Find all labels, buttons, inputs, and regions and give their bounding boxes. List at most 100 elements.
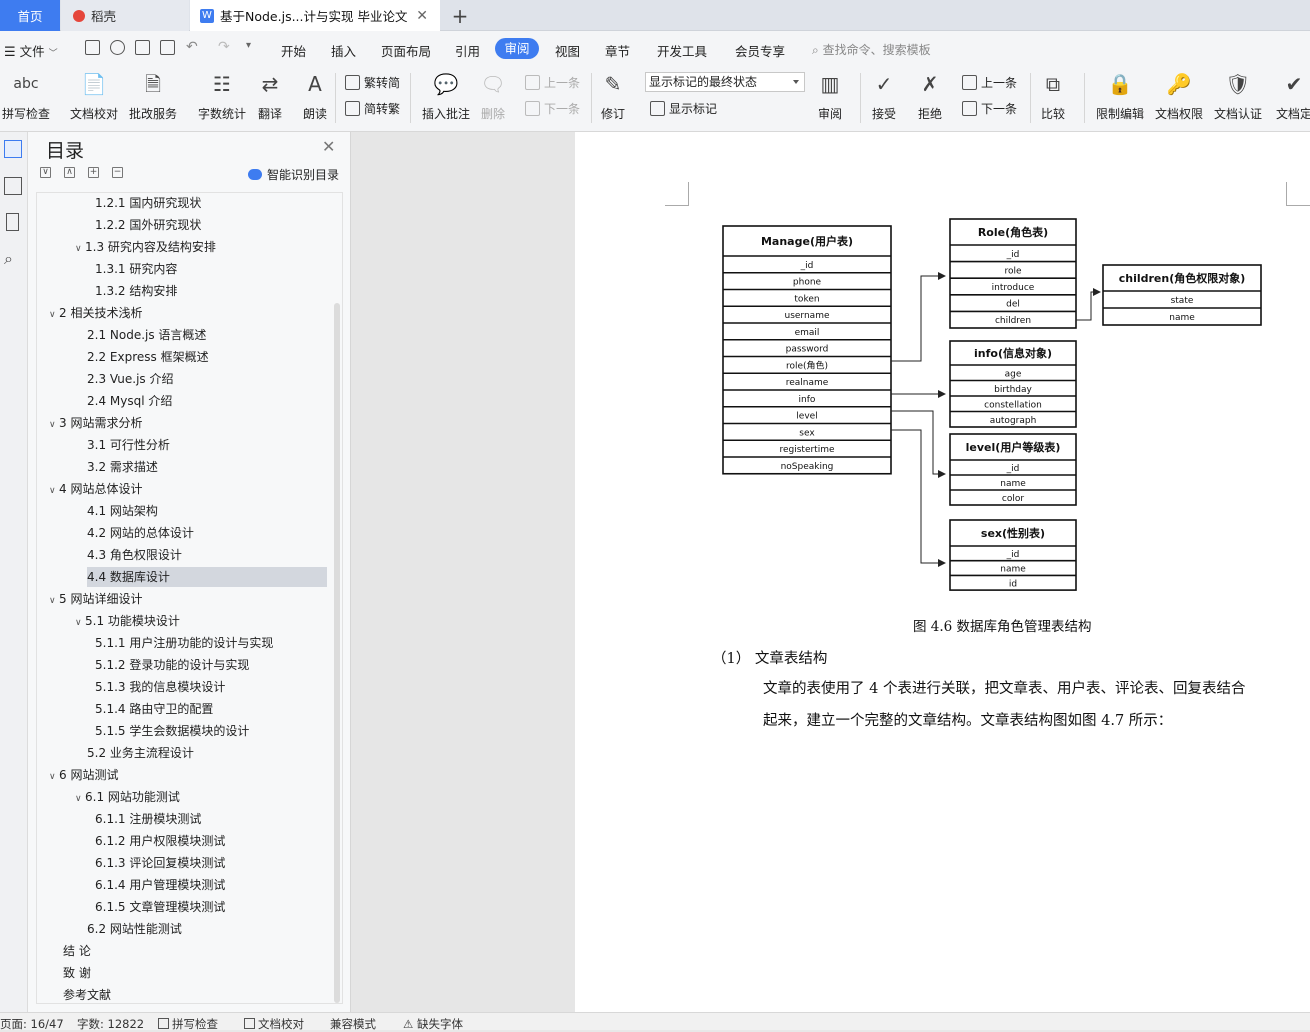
translate-button[interactable]: ⇄ 翻译 bbox=[257, 69, 283, 127]
spell-check-button[interactable]: abc 拼写检查 bbox=[2, 69, 50, 127]
menu-start[interactable]: 开始 bbox=[281, 41, 306, 60]
menu-member[interactable]: 会员专享 bbox=[735, 41, 785, 60]
toc-item[interactable]: 参考文献 bbox=[63, 985, 327, 1003]
save-icon[interactable] bbox=[85, 40, 100, 55]
redo-icon[interactable]: ↷ bbox=[218, 39, 230, 55]
close-icon[interactable]: ✕ bbox=[322, 137, 335, 156]
toc-item[interactable]: 5.1.5 学生会数据模块的设计 bbox=[95, 721, 327, 741]
expand-up-icon[interactable]: ∧ bbox=[64, 167, 75, 178]
tab-document[interactable]: W 基于Node.js...计与实现 毕业论文 ✕ bbox=[190, 0, 440, 31]
toc-item[interactable]: 2.3 Vue.js 介绍 bbox=[87, 369, 327, 389]
toc-item[interactable]: 5.2 业务主流程设计 bbox=[87, 743, 327, 763]
format-painter-icon[interactable] bbox=[110, 40, 125, 55]
toc-item[interactable]: 结 论 bbox=[63, 941, 327, 961]
toc-item[interactable]: ∨ 5.1 功能模块设计 bbox=[75, 611, 327, 631]
toc-item[interactable]: 5.1.4 路由守卫的配置 bbox=[95, 699, 327, 719]
toc-item[interactable]: ∨ 3 网站需求分析 bbox=[49, 413, 327, 433]
doc-check-button[interactable]: 📄 文档校对 bbox=[70, 69, 118, 127]
to-traditional-button[interactable]: 繁转简 bbox=[345, 72, 400, 92]
toc-item[interactable]: 1.2.1 国内研究现状 bbox=[95, 193, 327, 213]
chevron-down-icon[interactable]: ∨ bbox=[49, 591, 59, 611]
toc-item[interactable]: 4.2 网站的总体设计 bbox=[87, 523, 327, 543]
restrict-edit-button[interactable]: 🔒 限制编辑 bbox=[1096, 69, 1144, 127]
next-comment-button[interactable]: 下一条 bbox=[525, 98, 580, 118]
toc-item[interactable]: 4.4 数据库设计 bbox=[87, 567, 327, 587]
read-aloud-button[interactable]: A 朗读 bbox=[302, 69, 328, 127]
chevron-down-icon[interactable]: ∨ bbox=[49, 305, 59, 325]
track-changes-button[interactable]: ✎ 修订 bbox=[600, 69, 626, 127]
chevron-down-icon[interactable]: ∨ bbox=[49, 481, 59, 501]
toc-item[interactable]: 致 谢 bbox=[63, 963, 327, 983]
new-tab-button[interactable]: + bbox=[448, 0, 472, 31]
toc-item[interactable]: 1.3.2 结构安排 bbox=[95, 281, 327, 301]
toc-item[interactable]: 4.1 网站架构 bbox=[87, 501, 327, 521]
insert-comment-button[interactable]: 💬 插入批注 bbox=[422, 69, 470, 127]
doc-finalize-button[interactable]: ✔ 文档定 bbox=[1276, 69, 1310, 127]
menu-insert[interactable]: 插入 bbox=[331, 41, 356, 60]
next-change-button[interactable]: 下一条 bbox=[962, 98, 1017, 118]
to-simplified-button[interactable]: 简转繁 bbox=[345, 98, 400, 118]
find-icon[interactable]: ⌕ bbox=[4, 249, 22, 268]
accept-button[interactable]: ✓ 接受 bbox=[871, 69, 897, 127]
menu-references[interactable]: 引用 bbox=[455, 41, 480, 60]
print-icon[interactable] bbox=[135, 40, 150, 55]
toc-item[interactable]: 5.1.1 用户注册功能的设计与实现 bbox=[95, 633, 327, 653]
chevron-down-icon[interactable]: ∨ bbox=[49, 767, 59, 787]
toc-item[interactable]: 2.1 Node.js 语言概述 bbox=[87, 325, 327, 345]
command-search[interactable]: ⌕ 查找命令、搜索模板 bbox=[812, 41, 931, 58]
toc-item[interactable]: 5.1.3 我的信息模块设计 bbox=[95, 677, 327, 697]
menu-review[interactable]: 审阅 bbox=[495, 38, 539, 59]
delete-comment-button[interactable]: 🗨 删除 bbox=[480, 69, 506, 127]
review-pane-button[interactable]: ▥ 审阅 bbox=[817, 69, 843, 127]
toc-item[interactable]: ∨ 5 网站详细设计 bbox=[49, 589, 327, 609]
toc-item[interactable]: 6.1.2 用户权限模块测试 bbox=[95, 831, 327, 851]
toc-item[interactable]: 6.1.3 评论回复模块测试 bbox=[95, 853, 327, 873]
tab-home[interactable]: 首页 bbox=[0, 0, 60, 31]
menu-chapter[interactable]: 章节 bbox=[605, 41, 630, 60]
toc-item[interactable]: 2.2 Express 框架概述 bbox=[87, 347, 327, 367]
menu-view[interactable]: 视图 bbox=[555, 41, 580, 60]
menu-page-layout[interactable]: 页面布局 bbox=[381, 41, 431, 60]
remove-heading-icon[interactable]: − bbox=[112, 167, 123, 178]
prev-change-button[interactable]: 上一条 bbox=[962, 72, 1017, 92]
toc-item[interactable]: 6.1.4 用户管理模块测试 bbox=[95, 875, 327, 895]
toc-item[interactable]: 6.1.5 文章管理模块测试 bbox=[95, 897, 327, 917]
doc-permission-button[interactable]: 🔑 文档权限 bbox=[1155, 69, 1203, 127]
bookmark-tree-icon[interactable] bbox=[4, 177, 22, 195]
collapse-all-icon[interactable]: ∨ bbox=[40, 167, 51, 178]
chevron-down-icon[interactable]: ∨ bbox=[75, 239, 85, 259]
markup-state-select[interactable]: 显示标记的最终状态 bbox=[645, 72, 805, 92]
word-count-button[interactable]: ☷ 字数统计 bbox=[198, 69, 246, 127]
tab-daoke[interactable]: 稻壳 bbox=[61, 0, 189, 31]
menu-dev-tools[interactable]: 开发工具 bbox=[657, 41, 707, 60]
reject-button[interactable]: ✗ 拒绝 bbox=[917, 69, 943, 127]
show-markup-button[interactable]: 显示标记 bbox=[650, 98, 717, 118]
close-tab-icon[interactable]: ✕ bbox=[416, 8, 428, 24]
toc-item[interactable]: 3.2 需求描述 bbox=[87, 457, 327, 477]
toc-scrollbar[interactable] bbox=[334, 303, 340, 1003]
chevron-down-icon[interactable]: ∨ bbox=[75, 789, 85, 809]
compare-button[interactable]: ⧉ 比较 bbox=[1040, 69, 1066, 127]
print-preview-icon[interactable] bbox=[160, 40, 175, 55]
toc-item[interactable]: 5.1.2 登录功能的设计与实现 bbox=[95, 655, 327, 675]
bookmark-icon[interactable] bbox=[6, 213, 19, 231]
file-menu[interactable]: ☰ 文件 ﹀ bbox=[4, 41, 58, 60]
smart-toc-button[interactable]: 智能识别目录 bbox=[248, 166, 339, 183]
doc-certify-button[interactable]: 🛡 文档认证 bbox=[1214, 69, 1262, 127]
add-heading-icon[interactable]: + bbox=[88, 167, 99, 178]
toc-item[interactable]: ∨ 6.1 网站功能测试 bbox=[75, 787, 327, 807]
undo-icon[interactable]: ↶ bbox=[186, 39, 198, 55]
chevron-down-icon[interactable]: ∨ bbox=[49, 415, 59, 435]
toc-item[interactable]: 3.1 可行性分析 bbox=[87, 435, 327, 455]
toc-panel-icon[interactable] bbox=[4, 140, 22, 158]
toc-item[interactable]: ∨ 6 网站测试 bbox=[49, 765, 327, 785]
quick-access-dropdown-icon[interactable]: ▾ bbox=[246, 40, 251, 51]
chevron-down-icon[interactable]: ∨ bbox=[75, 613, 85, 633]
review-service-button[interactable]: 🗎 批改服务 bbox=[129, 69, 177, 127]
toc-item[interactable]: 6.2 网站性能测试 bbox=[87, 919, 327, 939]
toc-item[interactable]: ∨ 2 相关技术浅析 bbox=[49, 303, 327, 323]
toc-item[interactable]: 6.1.1 注册模块测试 bbox=[95, 809, 327, 829]
prev-comment-button[interactable]: 上一条 bbox=[525, 72, 580, 92]
toc-item[interactable]: 4.3 角色权限设计 bbox=[87, 545, 327, 565]
toc-item[interactable]: 1.3.1 研究内容 bbox=[95, 259, 327, 279]
